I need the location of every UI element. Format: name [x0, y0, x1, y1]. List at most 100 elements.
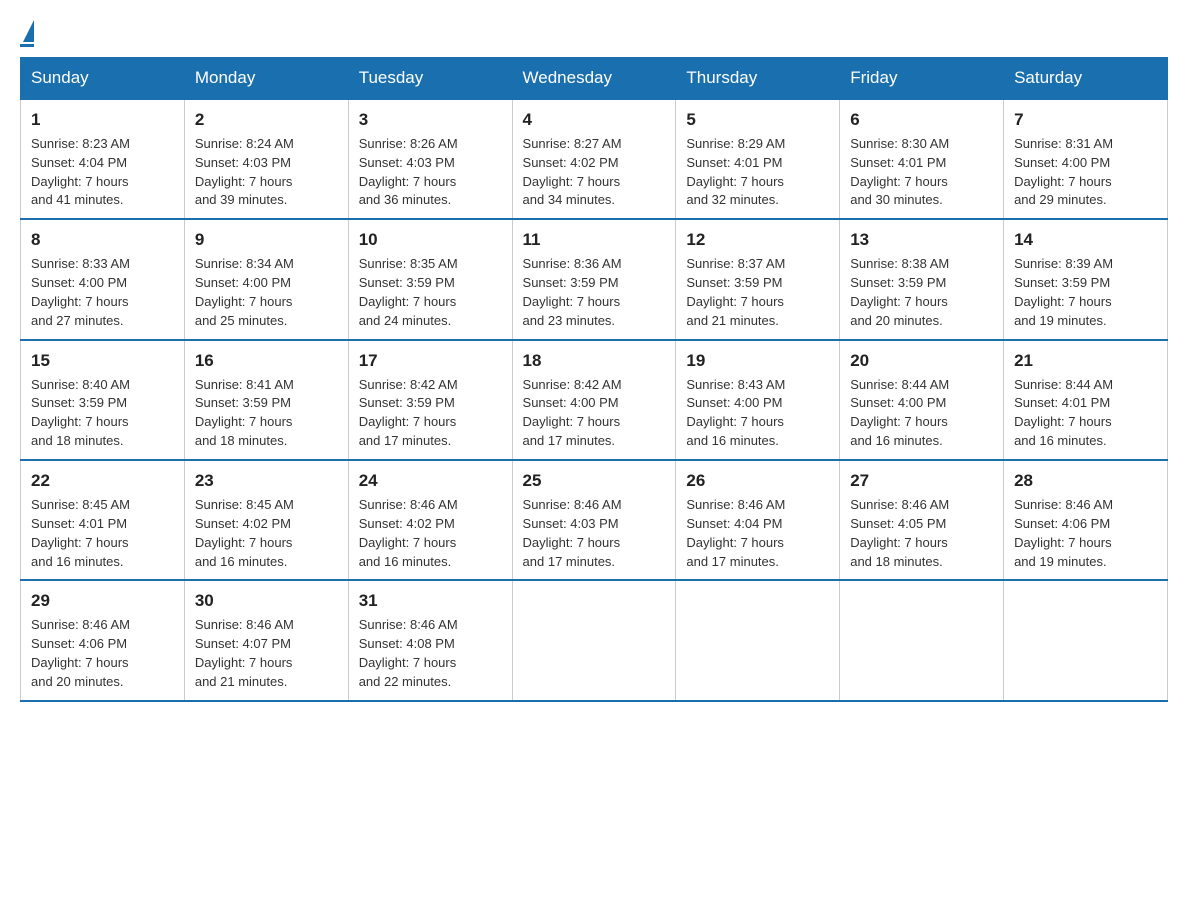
day-info: Sunrise: 8:45 AMSunset: 4:02 PMDaylight:…: [195, 497, 294, 569]
day-info: Sunrise: 8:27 AMSunset: 4:02 PMDaylight:…: [523, 136, 622, 208]
day-info: Sunrise: 8:44 AMSunset: 4:00 PMDaylight:…: [850, 377, 949, 449]
weekday-header-wednesday: Wednesday: [512, 58, 676, 100]
day-info: Sunrise: 8:37 AMSunset: 3:59 PMDaylight:…: [686, 256, 785, 328]
day-number: 23: [195, 469, 338, 493]
day-info: Sunrise: 8:46 AMSunset: 4:06 PMDaylight:…: [31, 617, 130, 689]
day-info: Sunrise: 8:42 AMSunset: 3:59 PMDaylight:…: [359, 377, 458, 449]
day-info: Sunrise: 8:44 AMSunset: 4:01 PMDaylight:…: [1014, 377, 1113, 449]
day-info: Sunrise: 8:46 AMSunset: 4:03 PMDaylight:…: [523, 497, 622, 569]
calendar-cell: [512, 580, 676, 700]
day-number: 5: [686, 108, 829, 132]
day-info: Sunrise: 8:45 AMSunset: 4:01 PMDaylight:…: [31, 497, 130, 569]
calendar-cell: 3 Sunrise: 8:26 AMSunset: 4:03 PMDayligh…: [348, 99, 512, 219]
calendar-table: SundayMondayTuesdayWednesdayThursdayFrid…: [20, 57, 1168, 702]
day-number: 12: [686, 228, 829, 252]
week-row-1: 1 Sunrise: 8:23 AMSunset: 4:04 PMDayligh…: [21, 99, 1168, 219]
week-row-4: 22 Sunrise: 8:45 AMSunset: 4:01 PMDaylig…: [21, 460, 1168, 580]
calendar-cell: 22 Sunrise: 8:45 AMSunset: 4:01 PMDaylig…: [21, 460, 185, 580]
day-number: 29: [31, 589, 174, 613]
day-info: Sunrise: 8:43 AMSunset: 4:00 PMDaylight:…: [686, 377, 785, 449]
day-info: Sunrise: 8:30 AMSunset: 4:01 PMDaylight:…: [850, 136, 949, 208]
calendar-cell: 10 Sunrise: 8:35 AMSunset: 3:59 PMDaylig…: [348, 219, 512, 339]
weekday-header-monday: Monday: [184, 58, 348, 100]
day-number: 19: [686, 349, 829, 373]
calendar-cell: 31 Sunrise: 8:46 AMSunset: 4:08 PMDaylig…: [348, 580, 512, 700]
calendar-cell: [1004, 580, 1168, 700]
calendar-cell: 4 Sunrise: 8:27 AMSunset: 4:02 PMDayligh…: [512, 99, 676, 219]
calendar-cell: 6 Sunrise: 8:30 AMSunset: 4:01 PMDayligh…: [840, 99, 1004, 219]
day-info: Sunrise: 8:46 AMSunset: 4:05 PMDaylight:…: [850, 497, 949, 569]
day-number: 14: [1014, 228, 1157, 252]
calendar-cell: 9 Sunrise: 8:34 AMSunset: 4:00 PMDayligh…: [184, 219, 348, 339]
day-number: 20: [850, 349, 993, 373]
day-number: 2: [195, 108, 338, 132]
calendar-cell: 8 Sunrise: 8:33 AMSunset: 4:00 PMDayligh…: [21, 219, 185, 339]
day-info: Sunrise: 8:31 AMSunset: 4:00 PMDaylight:…: [1014, 136, 1113, 208]
weekday-header-thursday: Thursday: [676, 58, 840, 100]
day-info: Sunrise: 8:36 AMSunset: 3:59 PMDaylight:…: [523, 256, 622, 328]
logo-triangle-icon: [23, 20, 34, 42]
calendar-cell: 11 Sunrise: 8:36 AMSunset: 3:59 PMDaylig…: [512, 219, 676, 339]
logo: [20, 20, 34, 47]
day-number: 21: [1014, 349, 1157, 373]
calendar-cell: 27 Sunrise: 8:46 AMSunset: 4:05 PMDaylig…: [840, 460, 1004, 580]
calendar-cell: 13 Sunrise: 8:38 AMSunset: 3:59 PMDaylig…: [840, 219, 1004, 339]
calendar-cell: 20 Sunrise: 8:44 AMSunset: 4:00 PMDaylig…: [840, 340, 1004, 460]
day-info: Sunrise: 8:38 AMSunset: 3:59 PMDaylight:…: [850, 256, 949, 328]
calendar-cell: [676, 580, 840, 700]
day-number: 18: [523, 349, 666, 373]
calendar-cell: 5 Sunrise: 8:29 AMSunset: 4:01 PMDayligh…: [676, 99, 840, 219]
calendar-cell: 24 Sunrise: 8:46 AMSunset: 4:02 PMDaylig…: [348, 460, 512, 580]
weekday-header-friday: Friday: [840, 58, 1004, 100]
day-info: Sunrise: 8:33 AMSunset: 4:00 PMDaylight:…: [31, 256, 130, 328]
day-info: Sunrise: 8:46 AMSunset: 4:07 PMDaylight:…: [195, 617, 294, 689]
day-number: 8: [31, 228, 174, 252]
day-number: 7: [1014, 108, 1157, 132]
day-number: 22: [31, 469, 174, 493]
calendar-cell: 17 Sunrise: 8:42 AMSunset: 3:59 PMDaylig…: [348, 340, 512, 460]
day-info: Sunrise: 8:46 AMSunset: 4:06 PMDaylight:…: [1014, 497, 1113, 569]
day-number: 31: [359, 589, 502, 613]
calendar-cell: 30 Sunrise: 8:46 AMSunset: 4:07 PMDaylig…: [184, 580, 348, 700]
logo-underline: [20, 44, 34, 47]
weekday-header-saturday: Saturday: [1004, 58, 1168, 100]
week-row-3: 15 Sunrise: 8:40 AMSunset: 3:59 PMDaylig…: [21, 340, 1168, 460]
day-number: 4: [523, 108, 666, 132]
calendar-cell: 21 Sunrise: 8:44 AMSunset: 4:01 PMDaylig…: [1004, 340, 1168, 460]
day-number: 6: [850, 108, 993, 132]
day-info: Sunrise: 8:35 AMSunset: 3:59 PMDaylight:…: [359, 256, 458, 328]
calendar-cell: 2 Sunrise: 8:24 AMSunset: 4:03 PMDayligh…: [184, 99, 348, 219]
day-number: 30: [195, 589, 338, 613]
calendar-cell: 12 Sunrise: 8:37 AMSunset: 3:59 PMDaylig…: [676, 219, 840, 339]
calendar-cell: 26 Sunrise: 8:46 AMSunset: 4:04 PMDaylig…: [676, 460, 840, 580]
day-info: Sunrise: 8:46 AMSunset: 4:04 PMDaylight:…: [686, 497, 785, 569]
day-number: 25: [523, 469, 666, 493]
day-number: 1: [31, 108, 174, 132]
calendar-cell: 14 Sunrise: 8:39 AMSunset: 3:59 PMDaylig…: [1004, 219, 1168, 339]
day-number: 9: [195, 228, 338, 252]
calendar-cell: 28 Sunrise: 8:46 AMSunset: 4:06 PMDaylig…: [1004, 460, 1168, 580]
day-info: Sunrise: 8:24 AMSunset: 4:03 PMDaylight:…: [195, 136, 294, 208]
calendar-cell: 7 Sunrise: 8:31 AMSunset: 4:00 PMDayligh…: [1004, 99, 1168, 219]
calendar-cell: [840, 580, 1004, 700]
calendar-cell: 15 Sunrise: 8:40 AMSunset: 3:59 PMDaylig…: [21, 340, 185, 460]
day-number: 10: [359, 228, 502, 252]
day-info: Sunrise: 8:41 AMSunset: 3:59 PMDaylight:…: [195, 377, 294, 449]
calendar-cell: 29 Sunrise: 8:46 AMSunset: 4:06 PMDaylig…: [21, 580, 185, 700]
weekday-header-tuesday: Tuesday: [348, 58, 512, 100]
day-number: 24: [359, 469, 502, 493]
day-number: 28: [1014, 469, 1157, 493]
day-info: Sunrise: 8:46 AMSunset: 4:02 PMDaylight:…: [359, 497, 458, 569]
day-info: Sunrise: 8:40 AMSunset: 3:59 PMDaylight:…: [31, 377, 130, 449]
day-number: 26: [686, 469, 829, 493]
day-info: Sunrise: 8:23 AMSunset: 4:04 PMDaylight:…: [31, 136, 130, 208]
day-number: 13: [850, 228, 993, 252]
weekday-header-row: SundayMondayTuesdayWednesdayThursdayFrid…: [21, 58, 1168, 100]
day-number: 3: [359, 108, 502, 132]
day-number: 17: [359, 349, 502, 373]
day-number: 16: [195, 349, 338, 373]
day-number: 11: [523, 228, 666, 252]
calendar-cell: 25 Sunrise: 8:46 AMSunset: 4:03 PMDaylig…: [512, 460, 676, 580]
week-row-2: 8 Sunrise: 8:33 AMSunset: 4:00 PMDayligh…: [21, 219, 1168, 339]
day-info: Sunrise: 8:34 AMSunset: 4:00 PMDaylight:…: [195, 256, 294, 328]
